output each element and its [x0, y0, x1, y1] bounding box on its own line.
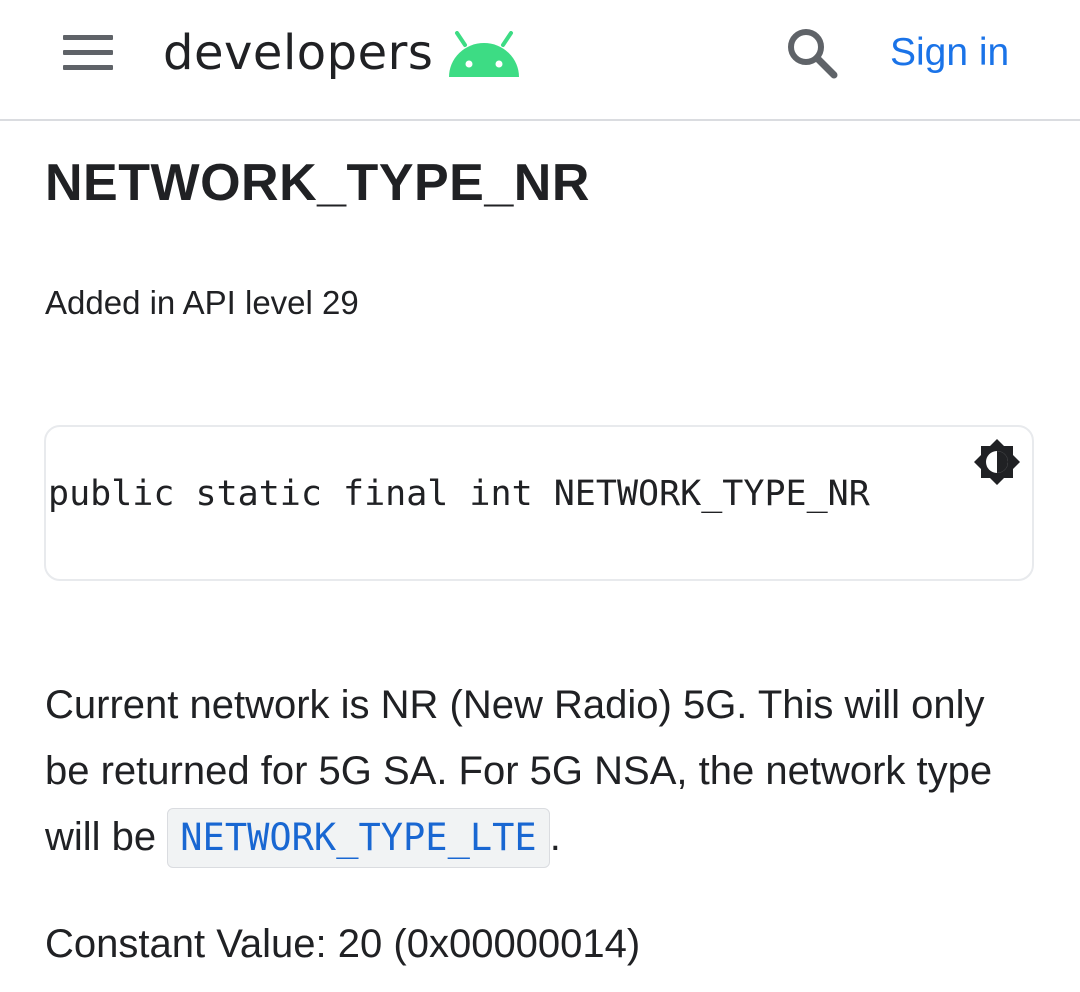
- description-suffix: .: [549, 815, 561, 859]
- developers-logo[interactable]: developers: [163, 18, 521, 88]
- network-type-lte-link[interactable]: NETWORK_TYPE_LTE: [167, 808, 550, 868]
- constant-value: Constant Value: 20 (0x00000014): [45, 922, 641, 966]
- hamburger-menu-icon[interactable]: [60, 33, 116, 73]
- code-signature: public static final int NETWORK_TYPE_NR: [48, 474, 870, 514]
- code-block: public static final int NETWORK_TYPE_NR: [44, 425, 1034, 581]
- page-title: NETWORK_TYPE_NR: [45, 154, 590, 212]
- brightness-contrast-icon[interactable]: [972, 437, 1022, 487]
- api-level-label: Added in API level 29: [45, 284, 359, 321]
- android-head-icon: [449, 31, 520, 77]
- search-icon[interactable]: [783, 24, 841, 82]
- logo-text: developers: [163, 25, 434, 81]
- sign-in-link[interactable]: Sign in: [890, 30, 1009, 77]
- description: Current network is NR (New Radio) 5G. Th…: [45, 672, 1035, 870]
- top-app-bar: developers Sign in: [0, 0, 1080, 121]
